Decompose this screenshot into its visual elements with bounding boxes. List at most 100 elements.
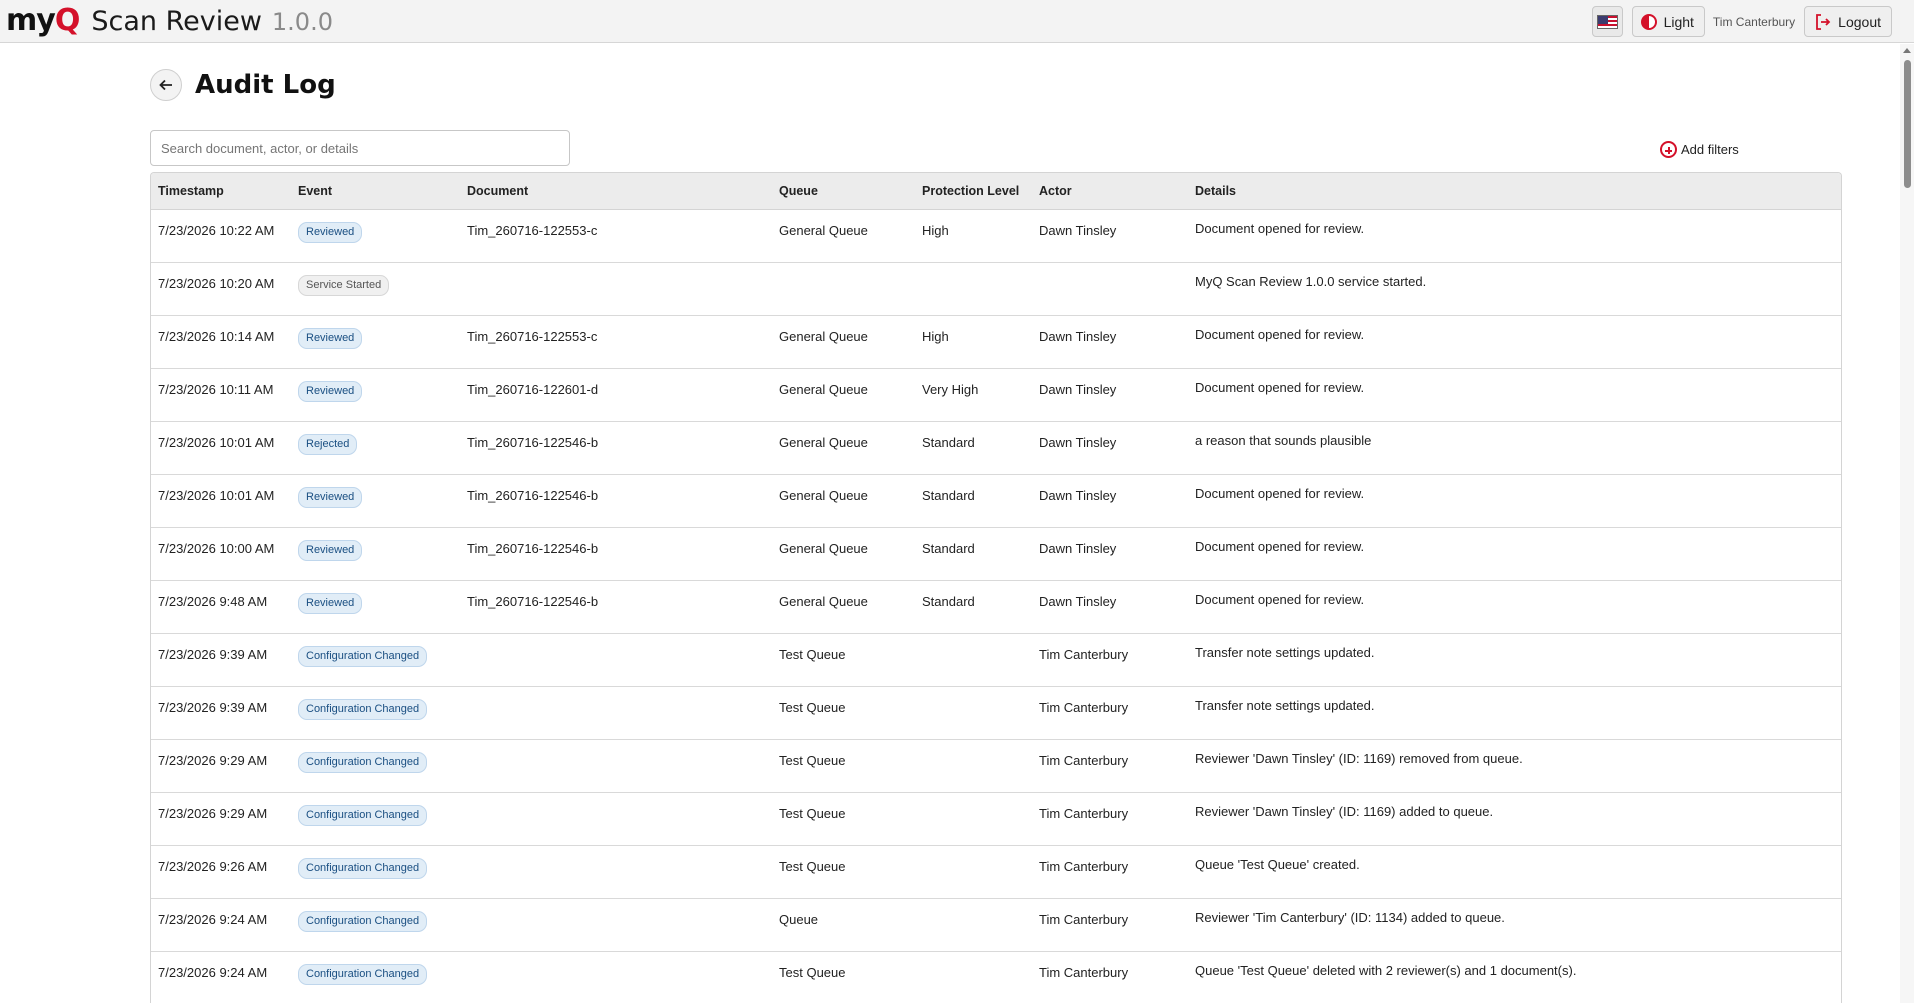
actor-cell: Dawn Tinsley	[1039, 541, 1117, 556]
document-cell	[460, 687, 772, 700]
logout-button[interactable]: Logout	[1804, 6, 1892, 37]
timestamp-cell: 7/23/2026 9:39 AM	[158, 647, 268, 662]
table-row[interactable]: 7/23/2026 10:01 AM Rejected Tim_260716-122…	[151, 422, 1841, 475]
table-row[interactable]: 7/23/2026 10:20 AM Service Started MyQ Sca…	[151, 263, 1841, 316]
column-header-document[interactable]: Document	[460, 184, 772, 198]
document-cell: Tim_260716-122546-b	[467, 488, 599, 503]
actor-cell: Dawn Tinsley	[1039, 382, 1117, 397]
protection-level-cell	[915, 846, 1032, 859]
table-row[interactable]: 7/23/2026 9:24 AM Configuration Changed Qu…	[151, 899, 1841, 952]
language-button[interactable]	[1591, 6, 1623, 37]
event-badge: Configuration Changed	[298, 646, 428, 667]
actor-cell: Tim Canterbury	[1039, 700, 1129, 715]
details-cell: Document opened for review.	[1195, 380, 1365, 395]
protection-level-cell	[915, 899, 1032, 912]
details-cell: Document opened for review.	[1195, 327, 1365, 342]
back-button[interactable]	[150, 69, 182, 101]
table-row[interactable]: 7/23/2026 10:14 AM Reviewed Tim_260716-122…	[151, 316, 1841, 369]
table-row[interactable]: 7/23/2026 10:22 AM Reviewed Tim_260716-122…	[151, 210, 1841, 263]
theme-toggle-button[interactable]: Light	[1631, 6, 1705, 37]
event-cell: Reviewed	[291, 316, 460, 349]
logout-icon	[1816, 13, 1831, 30]
event-cell: Reviewed	[291, 581, 460, 614]
table-row[interactable]: 7/23/2026 9:29 AM Configuration Changed Te…	[151, 793, 1841, 846]
column-header-queue[interactable]: Queue	[772, 184, 915, 198]
document-cell	[460, 899, 772, 912]
event-cell: Configuration Changed	[291, 846, 460, 879]
protection-level-cell	[915, 263, 1032, 276]
document-cell: Tim_260716-122546-b	[467, 594, 599, 609]
search-input[interactable]	[150, 130, 570, 166]
timestamp-cell: 7/23/2026 10:01 AM	[158, 435, 275, 450]
timestamp-cell: 7/23/2026 9:48 AM	[158, 594, 268, 609]
table-row[interactable]: 7/23/2026 9:29 AM Configuration Changed Te…	[151, 740, 1841, 793]
table-row[interactable]: 7/23/2026 9:24 AM Configuration Changed Te…	[151, 952, 1841, 1003]
timestamp-cell: 7/23/2026 9:29 AM	[158, 806, 268, 821]
queue-cell: General Queue	[779, 435, 868, 450]
column-header-event[interactable]: Event	[291, 184, 460, 198]
logout-label: Logout	[1838, 13, 1881, 30]
actor-cell: Dawn Tinsley	[1039, 435, 1117, 450]
column-header-protection-level[interactable]: Protection Level	[915, 184, 1032, 198]
queue-cell: General Queue	[779, 329, 868, 344]
details-cell: Transfer note settings updated.	[1195, 698, 1375, 713]
add-filters-button[interactable]: Add filters	[1660, 141, 1739, 158]
timestamp-cell: 7/23/2026 10:22 AM	[158, 223, 275, 238]
myq-logo: myQ	[6, 2, 80, 38]
details-cell: Queue 'Test Queue' deleted with 2 review…	[1195, 963, 1577, 978]
document-cell: Tim_260716-122601-d	[467, 382, 599, 397]
event-cell: Configuration Changed	[291, 899, 460, 932]
event-badge: Reviewed	[298, 540, 363, 561]
scrollbar-thumb[interactable]	[1904, 60, 1911, 188]
scroll-up-arrow-icon[interactable]	[1903, 48, 1911, 53]
protection-level-cell: High	[922, 223, 949, 238]
plus-circle-icon	[1660, 141, 1677, 158]
queue-cell: Test Queue	[779, 806, 846, 821]
app-version: 1.0.0	[271, 7, 333, 36]
timestamp-cell: 7/23/2026 9:24 AM	[158, 912, 268, 927]
document-cell	[460, 263, 772, 276]
audit-log-table: Timestamp Event Document Queue Protectio…	[150, 172, 1842, 1003]
event-badge: Rejected	[298, 434, 358, 455]
table-row[interactable]: 7/23/2026 9:48 AM Reviewed Tim_260716-1225…	[151, 581, 1841, 634]
details-cell: MyQ Scan Review 1.0.0 service started.	[1195, 274, 1427, 289]
queue-cell: Test Queue	[779, 647, 846, 662]
actor-cell: Dawn Tinsley	[1039, 329, 1117, 344]
table-row[interactable]: 7/23/2026 9:39 AM Configuration Changed Te…	[151, 634, 1841, 687]
actor-cell: Dawn Tinsley	[1039, 594, 1117, 609]
details-cell: Transfer note settings updated.	[1195, 645, 1375, 660]
queue-cell: General Queue	[779, 594, 868, 609]
page-title: Audit Log	[195, 70, 336, 100]
document-cell: Tim_260716-122546-b	[467, 435, 599, 450]
table-row[interactable]: 7/23/2026 9:39 AM Configuration Changed Te…	[151, 687, 1841, 740]
timestamp-cell: 7/23/2026 10:01 AM	[158, 488, 275, 503]
queue-cell: Test Queue	[779, 753, 846, 768]
column-header-timestamp[interactable]: Timestamp	[151, 184, 291, 198]
actor-cell: Tim Canterbury	[1039, 859, 1129, 874]
table-row[interactable]: 7/23/2026 10:01 AM Reviewed Tim_260716-122…	[151, 475, 1841, 528]
event-cell: Reviewed	[291, 210, 460, 243]
event-cell: Reviewed	[291, 475, 460, 508]
event-cell: Reviewed	[291, 528, 460, 561]
details-cell: Reviewer 'Tim Canterbury' (ID: 1134) add…	[1195, 910, 1505, 925]
protection-level-cell: Standard	[922, 488, 975, 503]
column-header-details[interactable]: Details	[1188, 184, 1838, 198]
event-cell: Configuration Changed	[291, 687, 460, 720]
protection-level-cell	[915, 952, 1032, 965]
column-header-actor[interactable]: Actor	[1032, 184, 1188, 198]
protection-level-cell: Very High	[922, 382, 979, 397]
table-row[interactable]: 7/23/2026 10:11 AM Reviewed Tim_260716-122…	[151, 369, 1841, 422]
timestamp-cell: 7/23/2026 10:00 AM	[158, 541, 275, 556]
app-title: Scan Review	[91, 5, 262, 37]
details-cell: Reviewer 'Dawn Tinsley' (ID: 1169) remov…	[1195, 751, 1523, 766]
page-header: Audit Log	[150, 69, 336, 101]
document-cell	[460, 846, 772, 859]
timestamp-cell: 7/23/2026 9:29 AM	[158, 753, 268, 768]
event-badge: Reviewed	[298, 381, 363, 402]
queue-cell: Test Queue	[779, 700, 846, 715]
table-row[interactable]: 7/23/2026 10:00 AM Reviewed Tim_260716-122…	[151, 528, 1841, 581]
document-cell	[460, 740, 772, 753]
page-scrollbar[interactable]	[1900, 44, 1914, 1003]
table-row[interactable]: 7/23/2026 9:26 AM Configuration Changed Te…	[151, 846, 1841, 899]
timestamp-cell: 7/23/2026 10:14 AM	[158, 329, 275, 344]
